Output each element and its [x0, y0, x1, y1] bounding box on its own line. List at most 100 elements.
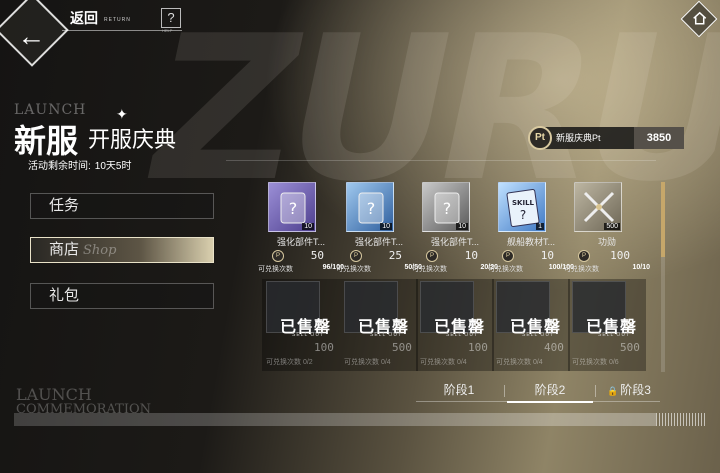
item-quantity: 10 — [380, 223, 392, 230]
points-value: 3850 — [634, 127, 684, 149]
purple-card-icon: ? 10 — [268, 182, 316, 232]
item-cost: 100 — [610, 249, 630, 262]
scrollbar-thumb[interactable] — [661, 182, 665, 257]
bottom-decor-bar — [14, 413, 656, 426]
limit-value: 可兑换次数 0/6 — [572, 359, 619, 366]
home-icon — [693, 11, 707, 25]
blue-card-icon: ? 10 — [346, 182, 394, 232]
sold-out-sub: SELL OUT — [370, 332, 402, 338]
limit-label: 可兑换次数 — [564, 266, 599, 273]
sparkle-icon: ✦ — [116, 106, 128, 122]
back-button[interactable]: ← — [0, 0, 69, 67]
svg-text:?: ? — [520, 208, 526, 222]
shop-item[interactable]: ? 10 强化部件T... P 25 可兑换次数 50/50 — [336, 182, 422, 274]
home-button[interactable] — [680, 0, 718, 38]
back-arrow-icon: ← — [17, 20, 46, 52]
sold-out-item: 已售罄 SELL OUT 500 可兑换次数 0/6 — [568, 279, 652, 371]
help-sub-label: HELP — [162, 28, 173, 33]
item-name: 强化部件T... — [430, 237, 479, 247]
limit-label: 可兑换次数 — [488, 266, 523, 273]
item-cost: 100 — [468, 341, 488, 354]
coin-icon: P — [350, 250, 362, 262]
coin-icon: P — [426, 250, 438, 262]
sold-out-item: 已售罄 SELL OUT 100 可兑换次数 0/4 — [416, 279, 500, 371]
skill-book-icon: SKILL? 1 — [498, 182, 546, 232]
item-name: 强化部件T... — [354, 237, 403, 247]
tab-label: 阶段2 — [534, 383, 566, 397]
item-cost: 10 — [464, 249, 478, 262]
tab-stage-1[interactable]: 阶段1 — [416, 381, 502, 403]
event-subtitle: 开服庆典 — [88, 128, 177, 153]
points-display: Pt 新服庆典Pt 3850 — [528, 126, 684, 150]
event-points-icon: Pt — [528, 126, 552, 150]
menu-item-label: 商店 — [49, 241, 80, 258]
event-timer: 活动剩余时间: 10天5时 — [28, 157, 131, 172]
sold-out-item: 已售罄 SELL OUT 100 可兑换次数 0/2 — [262, 279, 346, 371]
item-cost: 400 — [544, 341, 564, 354]
timer-label: 活动剩余时间: — [28, 161, 91, 172]
limit-label: 可兑换次数 — [336, 266, 371, 273]
footer-launch-text: LAUNCH — [16, 385, 92, 404]
limit-value: 10/10 — [632, 264, 650, 271]
menu-item-en-label: Shop — [83, 243, 117, 258]
grey-card-icon: ? 10 — [422, 182, 470, 232]
event-title: 新服 — [14, 122, 79, 160]
stage-tabs: 阶段1 阶段2 🔒 阶段3 — [416, 381, 660, 403]
svg-text:SKILL: SKILL — [512, 199, 535, 207]
item-name: 强化部件T... — [276, 237, 325, 247]
item-cost: 50 — [310, 249, 324, 262]
svg-text:?: ? — [367, 199, 376, 218]
help-button[interactable]: ? — [161, 8, 181, 28]
svg-text:?: ? — [289, 199, 298, 218]
item-quantity: 500 — [604, 223, 620, 230]
points-label: 新服庆典Pt — [542, 127, 634, 149]
lock-icon: 🔒 — [607, 386, 619, 396]
sold-out-item: 已售罄 SELL OUT 500 可兑换次数 0/4 — [340, 279, 424, 371]
tab-stage-2[interactable]: 阶段2 — [507, 381, 593, 403]
sold-out-sub: SELL OUT — [446, 332, 478, 338]
shop-item[interactable]: ? 10 强化部件T... P 50 可兑换次数 96/100 — [258, 182, 344, 274]
sold-out-item: 已售罄 SELL OUT 400 可兑换次数 0/4 — [492, 279, 576, 371]
item-cost: 10 — [540, 249, 554, 262]
tab-label: 阶段1 — [443, 383, 475, 397]
coin-icon: P — [272, 250, 284, 262]
item-cost: 25 — [388, 249, 402, 262]
sold-out-sub: SELL OUT — [522, 332, 554, 338]
tab-label: 阶段3 — [620, 383, 651, 397]
item-name: 舰船教材T... — [506, 237, 555, 247]
item-cost: 100 — [314, 341, 334, 354]
item-cost: 500 — [392, 341, 412, 354]
shop-item[interactable]: 500 功勋 P 100 可兑换次数 10/10 — [564, 182, 650, 274]
menu-item-tasks[interactable]: 任务 — [30, 193, 214, 219]
limit-value: 可兑换次数 0/4 — [344, 359, 391, 366]
limit-value: 可兑换次数 0/2 — [266, 359, 313, 366]
top-bar: ← 返回 RETURN ? HELP — [0, 0, 720, 67]
coin-icon: P — [502, 250, 514, 262]
item-quantity: 10 — [456, 223, 468, 230]
menu-item-label: 任务 — [49, 197, 80, 214]
timer-value: 10天5时 — [94, 161, 132, 172]
menu-item-gift-packs[interactable]: 礼包 — [30, 283, 214, 309]
shop-panel-divider — [226, 160, 656, 161]
shop-item[interactable]: ? 10 强化部件T... P 10 可兑换次数 20/20 — [412, 182, 498, 274]
svg-text:?: ? — [443, 199, 452, 218]
sold-out-sub: SELL OUT — [292, 332, 324, 338]
item-cost: 500 — [620, 341, 640, 354]
sold-out-sub: SELL OUT — [598, 332, 630, 338]
tabs-underline — [416, 401, 660, 402]
shop-scrollbar[interactable] — [661, 182, 665, 372]
crossed-swords-icon: 500 — [574, 182, 622, 232]
tab-separator — [504, 385, 505, 397]
tab-stage-3[interactable]: 🔒 阶段3 — [598, 381, 660, 403]
item-quantity: 10 — [302, 223, 314, 230]
menu-item-shop[interactable]: 商店 Shop — [30, 237, 214, 263]
limit-value: 可兑换次数 0/4 — [420, 359, 467, 366]
back-label[interactable]: 返回 — [70, 8, 98, 28]
menu-item-label: 礼包 — [49, 287, 80, 304]
item-name: 功勋 — [597, 237, 616, 247]
limit-label: 可兑换次数 — [258, 266, 293, 273]
coin-icon: P — [578, 250, 590, 262]
tab-separator — [595, 385, 596, 397]
shop-item[interactable]: SKILL? 1 舰船教材T... P 10 可兑换次数 100/100 — [488, 182, 574, 274]
limit-value: 可兑换次数 0/4 — [496, 359, 543, 366]
